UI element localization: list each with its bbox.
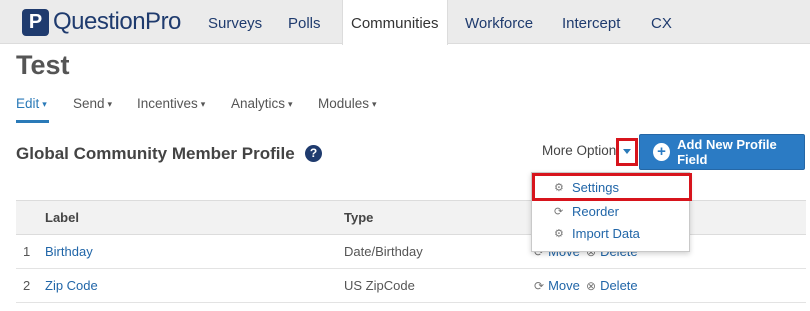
subnav-modules-label: Modules	[318, 96, 370, 111]
more-options-toggle[interactable]	[616, 138, 638, 166]
subnav-analytics-label: Analytics	[231, 96, 286, 111]
subnav-edit-label: Edit	[16, 96, 40, 111]
chevron-down-icon: ▾	[107, 99, 113, 109]
field-label-link[interactable]: Birthday	[45, 244, 93, 259]
logo-text: QuestionPro	[53, 8, 181, 35]
chevron-down-icon: ▾	[200, 99, 206, 109]
delete-circle-icon: ⊗	[586, 278, 597, 293]
field-type: US ZipCode	[344, 278, 415, 293]
add-profile-field-button[interactable]: + Add New Profile Field	[639, 134, 805, 170]
plus-circle-icon: +	[653, 143, 671, 161]
tab-intercept[interactable]: Intercept	[554, 0, 628, 44]
settings-highlight-box	[532, 173, 692, 201]
tab-surveys[interactable]: Surveys	[200, 0, 270, 44]
more-options-label[interactable]: More Options	[542, 143, 623, 158]
subnav-analytics[interactable]: Analytics ▾	[231, 96, 293, 111]
column-header-type: Type	[344, 210, 374, 225]
column-header-label: Label	[45, 210, 79, 225]
menu-item-import-data[interactable]: ⚙ Import Data	[554, 226, 640, 241]
chevron-down-icon: ▾	[372, 99, 377, 109]
subnav-send-label: Send	[73, 96, 105, 111]
tab-cx[interactable]: CX	[643, 0, 680, 44]
top-nav: P QuestionPro Surveys Polls Communities …	[0, 0, 810, 45]
chevron-down-icon: ▾	[42, 99, 47, 109]
subnav-incentives-label: Incentives	[137, 96, 198, 111]
chevron-down-icon: ▾	[288, 99, 293, 109]
subnav-send[interactable]: Send ▾	[73, 96, 112, 111]
caret-down-icon	[623, 149, 631, 154]
questionpro-logo[interactable]: P QuestionPro	[22, 8, 181, 36]
help-icon[interactable]: ?	[305, 145, 322, 162]
refresh-icon: ⟳	[554, 206, 564, 218]
subnav-incentives[interactable]: Incentives ▾	[137, 96, 205, 111]
tab-polls[interactable]: Polls	[280, 0, 329, 44]
field-label-link[interactable]: Zip Code	[45, 278, 98, 293]
menu-item-reorder[interactable]: ⟳ Reorder	[554, 204, 619, 219]
delete-label: Delete	[600, 278, 638, 293]
move-label: Move	[548, 278, 580, 293]
menu-item-reorder-label: Reorder	[572, 204, 619, 219]
table-row: 2 Zip Code US ZipCode ⟳ Move ⊗ Delete	[16, 269, 806, 303]
refresh-icon: ⟳	[534, 278, 545, 293]
menu-item-import-data-label: Import Data	[572, 226, 640, 241]
subnav-modules[interactable]: Modules ▾	[318, 96, 377, 111]
tab-communities[interactable]: Communities	[342, 0, 448, 45]
subnav-active-indicator	[16, 120, 49, 123]
page-title: Test	[16, 50, 70, 80]
row-number: 1	[23, 244, 31, 259]
move-action[interactable]: ⟳Move	[534, 278, 580, 293]
subnav-edit[interactable]: Edit ▾	[16, 96, 47, 111]
row-number: 2	[23, 278, 31, 293]
delete-action[interactable]: ⊗Delete	[586, 278, 638, 293]
tab-workforce[interactable]: Workforce	[457, 0, 541, 44]
gears-icon: ⚙	[554, 228, 564, 240]
section-title: Global Community Member Profile	[16, 144, 295, 163]
field-type: Date/Birthday	[344, 244, 423, 259]
logo-mark: P	[22, 8, 49, 36]
add-profile-field-label: Add New Profile Field	[677, 137, 777, 167]
